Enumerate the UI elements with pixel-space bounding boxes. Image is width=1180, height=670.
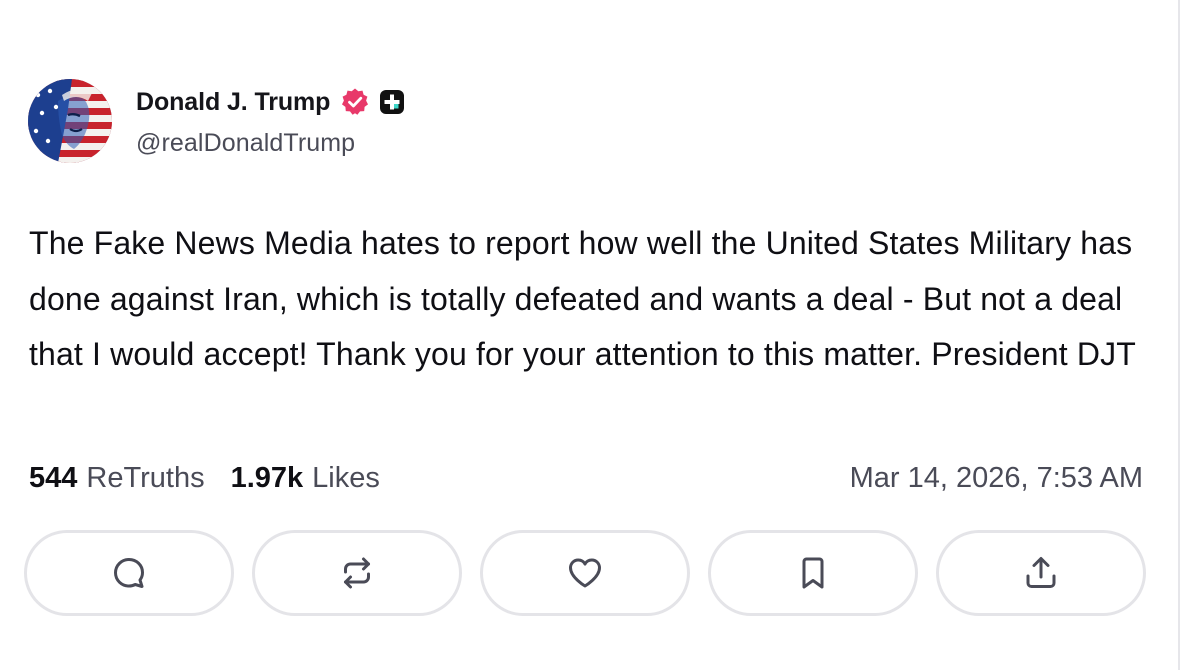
repost-icon — [344, 557, 370, 589]
action-bar — [24, 530, 1146, 616]
reply-button[interactable] — [24, 530, 234, 616]
verified-badge-icon — [342, 88, 369, 115]
like-button[interactable] — [480, 530, 690, 616]
plus-badge-icon — [380, 90, 405, 114]
comment-icon — [114, 558, 144, 588]
heart-icon — [569, 558, 601, 588]
author-name-row: Donald J. Trump — [136, 84, 405, 120]
likes-count[interactable]: 1.97k — [231, 462, 304, 495]
author-handle[interactable]: @realDonaldTrump — [136, 129, 355, 158]
post-text: The Fake News Media hates to report how … — [29, 225, 1136, 372]
share-button[interactable] — [936, 530, 1146, 616]
avatar[interactable] — [28, 79, 112, 163]
likes-label[interactable]: Likes — [312, 462, 380, 495]
retruth-button[interactable] — [252, 530, 462, 616]
bookmark-button[interactable] — [708, 530, 918, 616]
author-display-name[interactable]: Donald J. Trump — [136, 88, 330, 117]
bookmark-icon — [802, 557, 824, 589]
post-timestamp[interactable]: Mar 14, 2026, 7:53 AM — [850, 458, 1143, 498]
truth-post: Donald J. Trump @realDonaldTrump The Fak… — [0, 0, 1180, 670]
retruths-label[interactable]: ReTruths — [86, 462, 204, 495]
share-icon — [1026, 557, 1056, 588]
post-stats: 544 ReTruths 1.97k Likes — [29, 458, 380, 498]
retruths-count[interactable]: 544 — [29, 462, 77, 495]
